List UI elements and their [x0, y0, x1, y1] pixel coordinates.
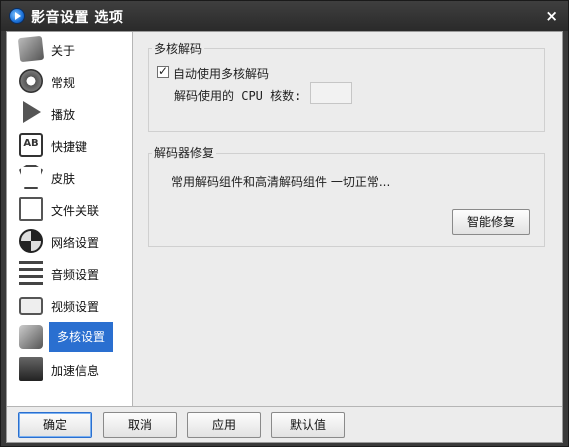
- sidebar-item-label: 网络设置: [51, 236, 100, 250]
- sidebar-item-audio[interactable]: 音频设置: [15, 258, 131, 288]
- multicore-group-title: 多核解码: [152, 40, 205, 57]
- audio-icon: [19, 261, 43, 285]
- sidebar-item-video[interactable]: 视频设置: [15, 290, 131, 320]
- gear-icon: [19, 69, 43, 93]
- sidebar-item-hotkeys[interactable]: AB 快捷键: [15, 130, 131, 160]
- sidebar-item-label: 关于: [51, 44, 76, 58]
- dialog-body: 关于 常规 播放 AB 快捷键 皮肤 文件关联 网络设置 音频设置 视频设置 多…: [6, 31, 563, 443]
- file-icon: [19, 197, 43, 221]
- multicore-icon: [19, 325, 43, 349]
- sidebar-item-label: 音频设置: [51, 268, 100, 282]
- cancel-button[interactable]: 取消: [103, 412, 177, 438]
- play-icon: [23, 101, 41, 123]
- apply-button[interactable]: 应用: [187, 412, 261, 438]
- title-bar[interactable]: 影音设置 选项 ×: [1, 1, 568, 31]
- decoder-status-text: 常用解码组件和高清解码组件 一切正常...: [171, 175, 391, 189]
- sidebar-item-label: 快捷键: [51, 140, 88, 154]
- cpu-cores-input[interactable]: [310, 82, 352, 104]
- close-icon[interactable]: ×: [545, 7, 558, 25]
- cpu-cores-label: 解码使用的 CPU 核数:: [174, 89, 302, 103]
- sidebar-item-label: 文件关联: [51, 204, 100, 218]
- auto-multicore-checkbox[interactable]: [157, 64, 169, 78]
- sidebar-item-label: 多核设置: [49, 322, 114, 352]
- dialog-footer: 确定 取消 应用 默认值: [7, 406, 562, 442]
- sidebar-item-file-association[interactable]: 文件关联: [15, 194, 131, 224]
- auto-multicore-label: 自动使用多核解码: [173, 67, 270, 81]
- settings-window: 影音设置 选项 × 关于 常规 播放 AB 快捷键 皮肤 文件关联 网络设置 音…: [0, 0, 569, 447]
- sidebar-item-label: 视频设置: [51, 300, 100, 314]
- defaults-button[interactable]: 默认值: [271, 412, 345, 438]
- sidebar-item-skin[interactable]: 皮肤: [15, 162, 131, 192]
- smart-repair-button[interactable]: 智能修复: [452, 209, 530, 235]
- sidebar-item-label: 播放: [51, 108, 76, 122]
- sidebar-item-acceleration[interactable]: 加速信息: [15, 354, 131, 384]
- sidebar-item-network[interactable]: 网络设置: [15, 226, 131, 256]
- sidebar-item-label: 加速信息: [51, 364, 100, 378]
- ok-button[interactable]: 确定: [18, 412, 92, 438]
- settings-content: 多核解码 自动使用多核解码 解码使用的 CPU 核数: 解码器修复 常用解码组件…: [134, 32, 562, 406]
- sidebar-item-multicore[interactable]: 多核设置: [15, 322, 131, 352]
- shirt-icon: [19, 165, 43, 189]
- window-title: 影音设置 选项: [31, 10, 124, 26]
- sidebar-item-general[interactable]: 常规: [15, 66, 131, 96]
- about-icon: [17, 35, 45, 63]
- keyboard-ab-icon: AB: [19, 133, 43, 157]
- sidebar-item-label: 常规: [51, 76, 76, 90]
- network-icon: [19, 229, 43, 253]
- tv-icon: [19, 297, 43, 315]
- app-logo-icon: [9, 8, 25, 24]
- decoder-repair-group-title: 解码器修复: [152, 144, 217, 161]
- speed-icon: [19, 357, 43, 381]
- sidebar-item-playback[interactable]: 播放: [15, 98, 131, 128]
- settings-sidebar: 关于 常规 播放 AB 快捷键 皮肤 文件关联 网络设置 音频设置 视频设置 多…: [7, 32, 133, 406]
- sidebar-item-about[interactable]: 关于: [15, 34, 131, 64]
- sidebar-item-label: 皮肤: [51, 172, 76, 186]
